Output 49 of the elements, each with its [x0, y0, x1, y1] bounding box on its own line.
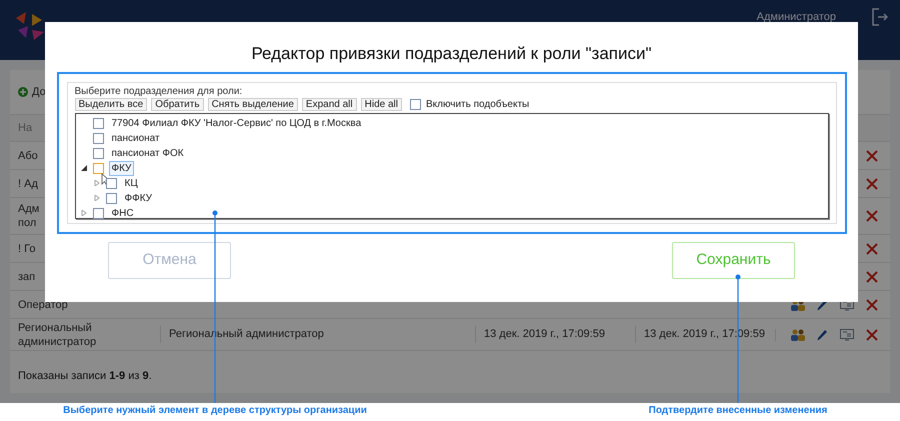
- checkbox[interactable]: [410, 98, 421, 110]
- checkbox[interactable]: [92, 162, 104, 174]
- delete-icon[interactable]: [866, 328, 878, 340]
- delete-icon[interactable]: [866, 150, 878, 162]
- delete-icon[interactable]: [866, 270, 878, 282]
- toolbar-button[interactable]: Снять выделение: [208, 98, 298, 110]
- tree-item[interactable]: пансионат: [108, 130, 163, 146]
- checkbox[interactable]: [92, 148, 104, 158]
- role-name: Адм пол: [18, 202, 40, 230]
- role-name: ! Го: [18, 242, 36, 256]
- delete-icon[interactable]: [866, 210, 878, 222]
- tree-item[interactable]: ФФКУ: [122, 190, 155, 206]
- delete-icon[interactable]: [866, 242, 878, 254]
- role-name: Региональный администратор: [18, 320, 96, 348]
- delete-icon[interactable]: [866, 178, 878, 190]
- tree-item[interactable]: 77904 Филиал ФКУ 'Налог-Сервис' по ЦОД в г.Москва: [108, 116, 364, 130]
- checkbox[interactable]: [106, 192, 116, 204]
- created-date: 13 дек. 2019 г., 17:09:59: [484, 328, 605, 340]
- tree-item[interactable]: пансионат ФОК: [108, 146, 187, 160]
- toolbar-button[interactable]: Hide all: [360, 98, 402, 110]
- tree-item[interactable]: ФНС: [108, 206, 137, 220]
- role-name: Або: [18, 148, 38, 162]
- checkbox[interactable]: [106, 178, 116, 188]
- annotation: Выберите нужный элемент в дереве структуры организации: [62, 404, 368, 418]
- role-name: Оператор: [18, 298, 68, 312]
- add-button[interactable]: До: [32, 84, 46, 100]
- toolbar-button[interactable]: Выделить все: [74, 98, 148, 110]
- tree-item[interactable]: КЦ: [122, 176, 141, 190]
- collapse-arrow-icon[interactable]: [80, 165, 86, 171]
- include-subobjects-label: Включить подобъекты: [426, 98, 530, 112]
- dialog-title: Редактор привязки подразделений к роли "записи": [251, 43, 652, 65]
- annotation: Подтвердите внесенные изменения: [648, 404, 828, 418]
- toolbar-button[interactable]: Expand all: [302, 98, 357, 110]
- role-name: зап: [18, 270, 36, 284]
- user-name[interactable]: Администратор: [756, 11, 836, 23]
- delete-icon[interactable]: [866, 298, 878, 310]
- tree-item[interactable]: ФКУ: [108, 160, 134, 176]
- checkbox[interactable]: [92, 118, 104, 128]
- expand-arrow-icon[interactable]: [94, 195, 100, 201]
- role-name: ! Ад: [18, 176, 38, 190]
- toolbar-button[interactable]: Обратить: [151, 98, 204, 110]
- plus-icon: [18, 87, 28, 97]
- records-count: Показаны записи 1-9 из 9.: [18, 370, 152, 382]
- checkbox[interactable]: [92, 208, 104, 218]
- checkbox[interactable]: [92, 132, 104, 144]
- logout-icon[interactable]: [872, 8, 888, 26]
- prompt: Выберите подразделения для роли:: [74, 84, 244, 98]
- expand-arrow-icon[interactable]: [94, 180, 100, 186]
- expand-arrow-icon[interactable]: [80, 210, 86, 216]
